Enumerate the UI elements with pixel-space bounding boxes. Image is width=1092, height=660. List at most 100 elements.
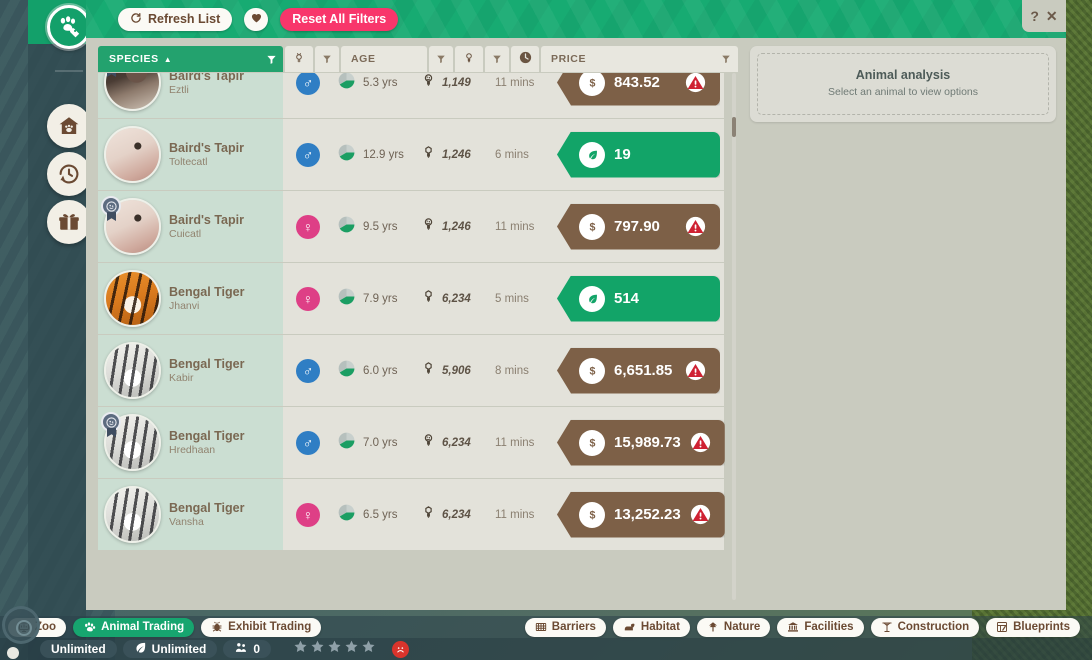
row-species-cell[interactable]: Bengal Tiger Hredhaan (98, 407, 283, 478)
nav-label: Nature (723, 621, 761, 633)
heart-icon (250, 11, 263, 27)
star-icon (310, 639, 325, 659)
age-filter-icon[interactable] (429, 46, 453, 72)
column-header-price[interactable]: PRICE (541, 46, 738, 72)
price-tag[interactable]: $6,651.85 (557, 347, 720, 394)
refresh-list-label: Refresh List (148, 12, 221, 26)
rail-item-gifts[interactable] (47, 200, 91, 244)
rail-item-trade-history[interactable] (47, 152, 91, 196)
rail-item-habitat-animals[interactable] (47, 104, 91, 148)
animal-trading-panel: Refresh List Reset All Filters ? ✕ SPECI… (86, 0, 1066, 610)
nav-construction-button[interactable]: Construction (870, 617, 980, 637)
animal-species: Bengal Tiger (169, 357, 245, 371)
animal-portrait-image (106, 272, 159, 325)
gender-filter-icon[interactable] (315, 46, 339, 72)
price-tag[interactable]: $843.52 (557, 73, 720, 106)
species-filter-icon[interactable] (259, 54, 283, 65)
column-age-label: AGE (351, 53, 376, 65)
rail-item-animal-trading[interactable] (47, 5, 91, 49)
row-species-cell[interactable]: Baird's Tapir Toltecatl (98, 119, 283, 190)
avatar (104, 486, 161, 543)
award-value: 6,234 (442, 436, 471, 449)
column-header-species[interactable]: SPECIES ▲ (98, 46, 283, 72)
row-award-cell: 6,234 (419, 288, 495, 310)
row-species-cell[interactable]: Baird's Tapir Eztli (98, 73, 283, 118)
list-scrollbar-track[interactable] (732, 73, 736, 600)
list-scrollbar-thumb[interactable] (732, 117, 736, 137)
panel-toolbar: Refresh List Reset All Filters ? ✕ (86, 0, 1066, 38)
refresh-list-button[interactable]: Refresh List (118, 7, 233, 31)
row-price-cell[interactable]: 514 (557, 275, 724, 322)
animal-species: Bengal Tiger (169, 501, 245, 515)
price-tag[interactable]: $15,989.73 (557, 419, 725, 466)
nav-barriers-button[interactable]: Barriers (524, 617, 606, 637)
row-species-cell[interactable]: Baird's Tapir Cuicatl (98, 191, 283, 262)
panel-body: SPECIES ▲ AGE PRICE Baird's Tapir Eztli … (86, 38, 1066, 610)
table-row[interactable]: Baird's Tapir Toltecatl ♂ 12.9 yrs 1,246 6 mi… (98, 119, 724, 190)
analysis-title: Animal analysis (855, 68, 951, 82)
help-button[interactable]: ? (1030, 9, 1039, 23)
table-row[interactable]: Baird's Tapir Cuicatl ♀ 9.5 yrs 1,246 11 mins… (98, 191, 724, 262)
row-price-cell[interactable]: $6,651.85 (557, 347, 724, 394)
svg-text:$: $ (589, 365, 595, 377)
refresh-icon (130, 12, 142, 27)
column-header-age[interactable]: AGE (341, 46, 427, 72)
time-value: 11 mins (495, 508, 535, 521)
row-award-cell: 5,906 (419, 360, 495, 382)
row-price-cell[interactable]: $13,252.23 (557, 491, 729, 538)
row-species-cell[interactable]: Bengal Tiger Jhanvi (98, 263, 283, 334)
price-tag[interactable]: $797.90 (557, 203, 720, 250)
table-row[interactable]: Bengal Tiger Kabir ♂ 6.0 yrs 5,906 8 mins $6,6… (98, 335, 724, 406)
table-row[interactable]: Baird's Tapir Eztli ♂ 5.3 yrs 1,149 11 mins $8… (98, 73, 724, 118)
nav-habitat-button[interactable]: Habitat (612, 617, 690, 637)
column-species-label: SPECIES (109, 53, 159, 65)
warning-icon[interactable] (690, 504, 711, 525)
warning-icon[interactable] (690, 432, 711, 453)
minimap-knob[interactable] (2, 606, 40, 644)
price-tag[interactable]: 514 (557, 275, 720, 322)
close-button[interactable]: ✕ (1046, 9, 1058, 23)
age-value: 5.3 yrs (363, 76, 398, 89)
time-value: 6 mins (495, 148, 529, 161)
row-age-cell: 6.5 yrs (333, 503, 419, 527)
warning-icon[interactable] (685, 73, 706, 93)
row-price-cell[interactable]: 19 (557, 131, 724, 178)
age-value: 6.5 yrs (363, 508, 398, 521)
table-row[interactable]: Bengal Tiger Vansha ♀ 6.5 yrs 6,234 11 mins $1… (98, 479, 725, 550)
reset-all-filters-button[interactable]: Reset All Filters (280, 7, 399, 31)
column-header-time[interactable] (511, 46, 539, 72)
age-value: 7.9 yrs (363, 292, 398, 305)
nav-label: Blueprints (1013, 621, 1070, 633)
nav-exhibit-trading-button[interactable]: Exhibit Trading (201, 617, 322, 637)
column-header-award[interactable] (455, 46, 483, 72)
table-row[interactable]: Bengal Tiger Jhanvi ♀ 7.9 yrs 6,234 5 mins 514 (98, 263, 724, 334)
row-price-cell[interactable]: $15,989.73 (557, 419, 729, 466)
leaf-icon (579, 141, 605, 168)
row-time-cell: 5 mins (495, 293, 557, 305)
column-header-gender[interactable] (285, 46, 313, 72)
price-tag[interactable]: $13,252.23 (557, 491, 725, 538)
row-price-cell[interactable]: $843.52 (557, 73, 724, 106)
knob-indicator (7, 647, 19, 659)
warning-icon[interactable] (685, 360, 706, 381)
row-time-cell: 11 mins (495, 437, 557, 449)
animal-name-group: Bengal Tiger Vansha (169, 501, 244, 528)
price-tag[interactable]: 19 (557, 131, 720, 178)
favorites-filter-button[interactable] (244, 7, 269, 31)
animal-name-group: Bengal Tiger Hredhaan (169, 429, 244, 456)
table-row[interactable]: Bengal Tiger Hredhaan ♂ 7.0 yrs 6,234 11 mins… (98, 407, 725, 478)
animal-list-scroll-area[interactable]: Baird's Tapir Eztli ♂ 5.3 yrs 1,149 11 mins $8… (98, 73, 738, 600)
nav-facilities-button[interactable]: Facilities (777, 617, 864, 637)
price-filter-icon[interactable] (714, 54, 738, 64)
fence-icon (535, 621, 547, 633)
nav-blueprints-button[interactable]: Blueprints (986, 617, 1080, 637)
row-gender-cell: ♂ (283, 358, 333, 383)
nav-animal-trading-button[interactable]: Animal Trading (73, 617, 195, 637)
row-price-cell[interactable]: $797.90 (557, 203, 724, 250)
nav-nature-button[interactable]: Nature (696, 617, 771, 637)
row-species-cell[interactable]: Bengal Tiger Kabir (98, 335, 283, 406)
row-species-cell[interactable]: Bengal Tiger Vansha (98, 479, 283, 550)
award-filter-icon[interactable] (485, 46, 509, 72)
time-value: 8 mins (495, 364, 529, 377)
warning-icon[interactable] (685, 216, 706, 237)
